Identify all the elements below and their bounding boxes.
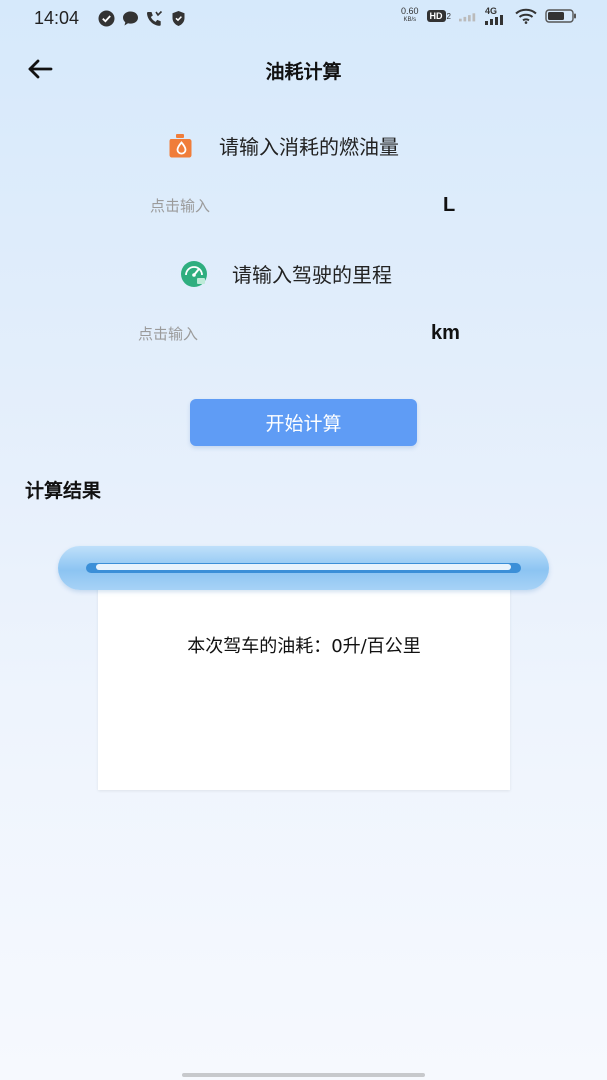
hd-badge: HD [426,10,446,22]
shield-icon [169,9,187,27]
page-title: 油耗计算 [265,61,342,83]
wifi-icon [515,7,537,25]
fuel-label-row: 请输入消耗的燃油量 [167,131,399,160]
header: 油耗计算 [0,44,607,94]
signal-weak-icon [459,7,477,25]
result-paper: 本次驾车的油耗：0升/百公里 [98,566,510,790]
fuel-input[interactable] [150,186,400,226]
scroll-roller [58,546,549,590]
speedometer-icon [180,260,208,288]
distance-label-row: 请输入驾驶的里程 [180,259,392,288]
fuel-can-icon [167,132,195,160]
status-bar: 14:04 0.60 KB/s HD 2 4G [0,0,607,38]
fuel-input-row: L [150,186,470,226]
distance-unit-label: km [431,322,460,344]
result-section-title: 计算结果 [25,480,102,502]
distance-input-label: 请输入驾驶的里程 [232,263,392,287]
cellular-signal: 4G [485,7,507,25]
hd-sub: 2 [446,11,451,21]
distance-input-row: km [138,314,478,354]
check-circle-icon [97,9,115,27]
battery-icon [545,7,577,25]
fuel-input-label: 请输入消耗的燃油量 [219,135,399,159]
signal-bars-icon [485,15,503,25]
missed-call-icon [145,9,163,27]
system-status-icons: 0.60 KB/s HD 2 4G [401,7,577,25]
network-speed: 0.60 KB/s [401,6,419,24]
start-calculate-button[interactable]: 开始计算 [190,399,417,446]
message-bubble-icon [121,9,139,27]
fuel-unit-label: L [443,194,456,216]
result-text: 本次驾车的油耗：0升/百公里 [187,636,421,657]
distance-input[interactable] [138,314,388,354]
scroll-roller-slot-inner [96,564,511,570]
home-indicator[interactable] [182,1073,425,1077]
notification-icons [97,9,187,27]
status-time: 14:04 [34,8,80,28]
